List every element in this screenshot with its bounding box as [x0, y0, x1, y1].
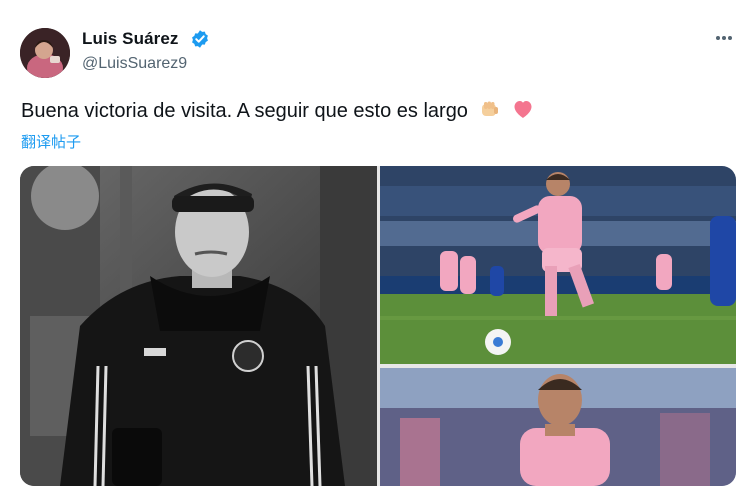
- media-grid: [20, 166, 736, 486]
- verified-badge-icon: [190, 29, 210, 49]
- translate-post-link[interactable]: 翻译帖子: [21, 131, 81, 152]
- tweet-text-content: Buena victoria de visita. A seguir que e…: [21, 100, 468, 122]
- avatar[interactable]: [20, 28, 70, 78]
- tweet-header: Luis Suárez @LuisSuarez9: [20, 24, 740, 80]
- more-options-icon[interactable]: [714, 28, 734, 52]
- oncoming-fist-icon: [478, 97, 502, 129]
- author-handle[interactable]: @LuisSuarez9: [82, 55, 187, 73]
- tweet-text: Buena victoria de visita. A seguir que e…: [21, 97, 535, 129]
- pink-heart-icon: [511, 97, 535, 129]
- photo-2[interactable]: [380, 166, 736, 364]
- photo-1[interactable]: [20, 166, 377, 486]
- photo-3[interactable]: [380, 368, 736, 486]
- display-name[interactable]: Luis Suárez: [82, 29, 179, 49]
